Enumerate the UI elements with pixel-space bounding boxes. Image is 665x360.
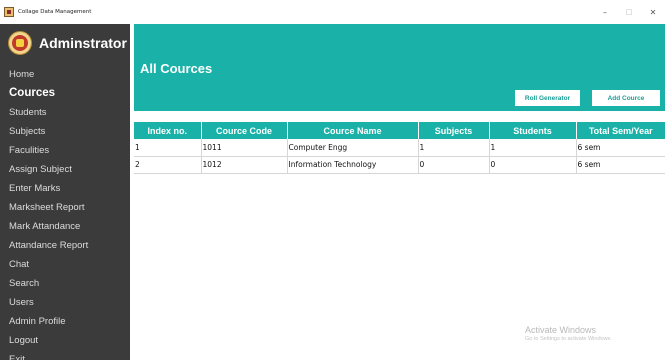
page-title: All Cources (140, 61, 213, 76)
column-header-subjects[interactable]: Subjects (418, 122, 490, 139)
table-header-row: Index no. Cource Code Cource Name Subjec… (134, 122, 665, 139)
activation-watermark: Activate Windows Go to Settings to activ… (525, 325, 612, 342)
sidebar-item-marksheet-report[interactable]: Marksheet Report (0, 198, 130, 217)
sidebar-item-exit[interactable]: Exit (0, 350, 130, 360)
sidebar-item-faculities[interactable]: Faculities (0, 141, 130, 160)
table-cell[interactable]: 1 (489, 139, 577, 157)
sidebar-item-subjects[interactable]: Subjects (0, 122, 130, 141)
sidebar-item-attandance-report[interactable]: Attandance Report (0, 236, 130, 255)
sidebar-item-chat[interactable]: Chat (0, 255, 130, 274)
column-header-students[interactable]: Students (489, 122, 577, 139)
sidebar: Adminstrator Home Cources Students Subje… (0, 24, 130, 360)
table-cell[interactable]: 6 sem (576, 139, 665, 157)
page-header: All Cources Roll Generator Add Cource (134, 24, 665, 111)
maximize-button[interactable]: □ (617, 0, 641, 24)
main-panel: All Cources Roll Generator Add Cource In… (130, 24, 665, 360)
add-cource-button[interactable]: Add Cource (592, 90, 660, 106)
table-cell[interactable]: 1012 (201, 156, 288, 174)
table-cell[interactable]: 6 sem (576, 156, 665, 174)
sidebar-item-home[interactable]: Home (0, 65, 130, 84)
cources-table: Index no. Cource Code Cource Name Subjec… (134, 122, 665, 174)
sidebar-item-users[interactable]: Users (0, 293, 130, 312)
sidebar-item-enter-marks[interactable]: Enter Marks (0, 179, 130, 198)
table-cell[interactable]: 0 (418, 156, 490, 174)
column-header-cource-code[interactable]: Cource Code (201, 122, 288, 139)
column-header-index[interactable]: Index no. (134, 122, 202, 139)
user-name: Adminstrator (39, 35, 127, 51)
minimize-button[interactable]: – (593, 0, 617, 24)
sidebar-item-logout[interactable]: Logout (0, 331, 130, 350)
table-cell[interactable]: 1011 (201, 139, 288, 157)
college-emblem-icon (8, 31, 32, 55)
sidebar-item-mark-attandance[interactable]: Mark Attandance (0, 217, 130, 236)
watermark-subtitle: Go to Settings to activate Windows. (525, 336, 612, 342)
table-cell[interactable]: 0 (489, 156, 577, 174)
table-cell[interactable]: 1 (134, 139, 202, 157)
table-cell[interactable]: 2 (134, 156, 202, 174)
roll-generator-button[interactable]: Roll Generator (515, 90, 580, 106)
table-cell[interactable]: Computer Engg (287, 139, 419, 157)
sidebar-item-search[interactable]: Search (0, 274, 130, 293)
app-logo-icon (4, 7, 14, 17)
table-cell[interactable]: 1 (418, 139, 490, 157)
window-title: Collage Data Management (18, 9, 92, 15)
sidebar-item-assign-subject[interactable]: Assign Subject (0, 160, 130, 179)
table-row[interactable]: 2 1012 Information Technology 0 0 6 sem (134, 156, 665, 174)
window-controls: – □ ✕ (593, 0, 665, 24)
title-bar: Collage Data Management – □ ✕ (0, 0, 665, 24)
sidebar-header: Adminstrator (0, 24, 130, 62)
table-cell[interactable]: Information Technology (287, 156, 419, 174)
watermark-title: Activate Windows (525, 325, 597, 335)
column-header-total-sem-year[interactable]: Total Sem/Year (576, 122, 665, 139)
close-button[interactable]: ✕ (641, 0, 665, 24)
sidebar-item-admin-profile[interactable]: Admin Profile (0, 312, 130, 331)
table-row[interactable]: 1 1011 Computer Engg 1 1 6 sem (134, 139, 665, 157)
app-window: Collage Data Management – □ ✕ Adminstrat… (0, 0, 665, 360)
column-header-cource-name[interactable]: Cource Name (287, 122, 419, 139)
sidebar-item-cources[interactable]: Cources (0, 84, 130, 103)
sidebar-item-students[interactable]: Students (0, 103, 130, 122)
sidebar-menu: Home Cources Students Subjects Faculitie… (0, 65, 130, 360)
